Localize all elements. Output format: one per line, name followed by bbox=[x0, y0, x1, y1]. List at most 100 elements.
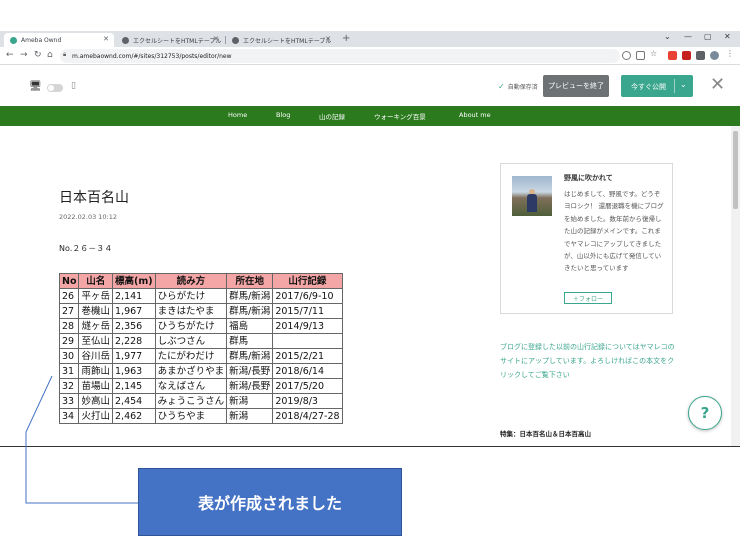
help-button[interactable]: ? bbox=[688, 396, 722, 430]
cell-no: 28 bbox=[58, 318, 80, 334]
cell-name: 苗場山 bbox=[78, 378, 113, 394]
cell-record: 2017/6/9-10 bbox=[272, 288, 343, 304]
extension-pdf-icon[interactable] bbox=[682, 51, 691, 60]
divider-line bbox=[0, 446, 740, 447]
chevron-down-icon[interactable]: ⌄ bbox=[680, 80, 687, 89]
profile-description: はじめまして、野風です。どうぞヨロシク！ 還暦退職を機にブログを始めました。数年… bbox=[564, 190, 664, 273]
url-text[interactable]: m.amebaownd.com/#/sites/312753/posts/edi… bbox=[72, 53, 232, 60]
publish-now-button[interactable]: 今すぐ公開 ⌄ bbox=[621, 75, 693, 97]
cell-reading: しぶつさん bbox=[154, 333, 228, 349]
cell-name: 平ヶ岳 bbox=[78, 288, 113, 304]
cell-reading: みょうこうさん bbox=[154, 393, 228, 409]
cell-location: 新潟/長野 bbox=[226, 363, 274, 379]
cell-location: 新潟/長野 bbox=[226, 378, 274, 394]
cell-reading: ひうちやま bbox=[154, 408, 228, 424]
cell-location: 群馬/新潟 bbox=[226, 288, 274, 304]
cell-name: 妙高山 bbox=[78, 393, 113, 409]
cell-elevation: 2,145 bbox=[112, 378, 156, 394]
tab-title: Ameba Ownd bbox=[21, 36, 62, 44]
reload-icon[interactable]: ↻ bbox=[34, 50, 42, 60]
cell-no: 27 bbox=[58, 303, 80, 319]
cell-record: 2017/5/20 bbox=[272, 378, 343, 394]
cell-record: 2018/6/14 bbox=[272, 363, 343, 379]
screen: { "browser": { "tabs": [ {"title": "Ameb… bbox=[0, 0, 740, 555]
tab-excel-converter-1[interactable]: エクセルシートをHTMLテーブルに変換 ✕ bbox=[116, 33, 224, 47]
table-row: 28 燧ヶ岳 2,356 ひうちがたけ 福島 2014/9/13 bbox=[58, 318, 343, 334]
close-tab-icon[interactable]: ✕ bbox=[325, 35, 331, 43]
check-icon: ✓ bbox=[498, 82, 505, 91]
cell-location: 福島 bbox=[226, 318, 274, 334]
cell-name: 火打山 bbox=[78, 408, 113, 424]
new-tab-icon[interactable]: + bbox=[342, 33, 350, 44]
cell-no: 26 bbox=[58, 288, 80, 304]
nav-walking[interactable]: ウォーキング百景 bbox=[374, 111, 426, 121]
header-elevation: 標高(m) bbox=[112, 273, 156, 289]
mountain-table[interactable]: No 山名 標高(m) 読み方 所在地 山行記録 26 平ヶ岳 2,141 ひら… bbox=[58, 273, 343, 424]
extension-red-icon[interactable] bbox=[668, 51, 677, 60]
cell-elevation: 1,963 bbox=[112, 363, 156, 379]
nav-about-me[interactable]: About me bbox=[459, 111, 491, 119]
table-row: 32 苗場山 2,145 なえばさん 新潟/長野 2017/5/20 bbox=[58, 378, 343, 394]
yamareco-link[interactable]: ブログに登録した以前の山行記録についてはヤマレコのサイトにアップしています。よろ… bbox=[500, 340, 676, 382]
header-location: 所在地 bbox=[226, 273, 274, 289]
cell-name: 雨飾山 bbox=[78, 363, 113, 379]
cell-reading: ひうちがたけ bbox=[154, 318, 228, 334]
nav-blog[interactable]: Blog bbox=[276, 111, 290, 119]
nav-mountain-records[interactable]: 山の記録 bbox=[319, 111, 345, 121]
tab-excel-converter-2[interactable]: エクセルシートをHTMLテーブルに変換 ✕ bbox=[226, 33, 336, 47]
header-reading: 読み方 bbox=[154, 273, 228, 289]
cell-record: 2014/9/13 bbox=[272, 318, 343, 334]
maximize-icon[interactable]: ▢ bbox=[704, 32, 712, 41]
profile-name[interactable]: 野風に吹かれて bbox=[564, 173, 613, 183]
cell-elevation: 2,454 bbox=[112, 393, 156, 409]
view-toggle[interactable] bbox=[47, 84, 63, 92]
browser-menu-icon[interactable]: ⋮ bbox=[726, 49, 735, 58]
post-title: 日本百名山 bbox=[59, 190, 129, 206]
forward-arrow-icon[interactable]: → bbox=[20, 50, 28, 60]
profile-avatar-icon[interactable] bbox=[710, 51, 719, 60]
cell-no: 30 bbox=[58, 348, 80, 364]
nav-home[interactable]: Home bbox=[228, 111, 247, 119]
cell-name: 谷川岳 bbox=[78, 348, 113, 364]
zoom-icon[interactable] bbox=[622, 51, 631, 60]
table-row: 34 火打山 2,462 ひうちやま 新潟 2018/4/27-28 bbox=[58, 408, 343, 424]
globe-icon bbox=[122, 36, 129, 44]
tab-search-chevron-icon[interactable]: ⌄ bbox=[664, 32, 671, 41]
header-name: 山名 bbox=[78, 273, 113, 289]
table-header-row: No 山名 標高(m) 読み方 所在地 山行記録 bbox=[58, 273, 343, 289]
table-row: 29 至仏山 2,228 しぶつさん 群馬 bbox=[58, 333, 343, 349]
cell-record: 2015/7/11 bbox=[272, 303, 343, 319]
cell-reading: ひらがたけ bbox=[154, 288, 228, 304]
callout-box: 表が作成されました bbox=[138, 468, 402, 536]
avatar[interactable] bbox=[512, 176, 552, 216]
post-body[interactable]: No.２６－３４ bbox=[59, 243, 112, 254]
bookmark-star-icon[interactable]: ☆ bbox=[650, 49, 659, 58]
scrollbar-thumb[interactable] bbox=[733, 131, 738, 209]
close-editor-icon[interactable]: ✕ bbox=[710, 74, 725, 95]
mobile-view-icon[interactable]: ▯ bbox=[71, 81, 76, 91]
tab-ameba-ownd[interactable]: Ameba Ownd ✕ bbox=[4, 33, 114, 47]
cell-record: 2019/8/3 bbox=[272, 393, 343, 409]
tab-title: エクセルシートをHTMLテーブルに変換 bbox=[243, 37, 331, 45]
extensions-puzzle-icon[interactable] bbox=[696, 51, 705, 60]
cell-name: 巻機山 bbox=[78, 303, 113, 319]
publish-divider bbox=[674, 79, 675, 93]
header-no: No bbox=[58, 273, 80, 289]
back-arrow-icon[interactable]: ← bbox=[6, 50, 14, 60]
share-icon[interactable] bbox=[636, 51, 645, 60]
cell-no: 32 bbox=[58, 378, 80, 394]
end-preview-button[interactable]: プレビューを終了 bbox=[543, 75, 609, 97]
cell-no: 31 bbox=[58, 363, 80, 379]
site-nav: Home Blog 山の記録 ウォーキング百景 About me bbox=[0, 106, 740, 126]
minimize-icon[interactable]: — bbox=[684, 32, 692, 41]
close-tab-icon[interactable]: ✕ bbox=[213, 35, 219, 43]
window-close-icon[interactable]: ✕ bbox=[724, 32, 731, 41]
follow-button[interactable]: ＋フォロー bbox=[564, 292, 612, 304]
cell-elevation: 2,356 bbox=[112, 318, 156, 334]
publish-label: 今すぐ公開 bbox=[631, 83, 666, 91]
home-icon[interactable]: ⌂ bbox=[47, 50, 53, 60]
globe-icon bbox=[232, 36, 239, 44]
close-tab-icon[interactable]: ✕ bbox=[103, 35, 109, 43]
cell-location: 新潟 bbox=[226, 408, 274, 424]
desktop-view-icon[interactable]: 🖥︎ bbox=[29, 81, 42, 92]
